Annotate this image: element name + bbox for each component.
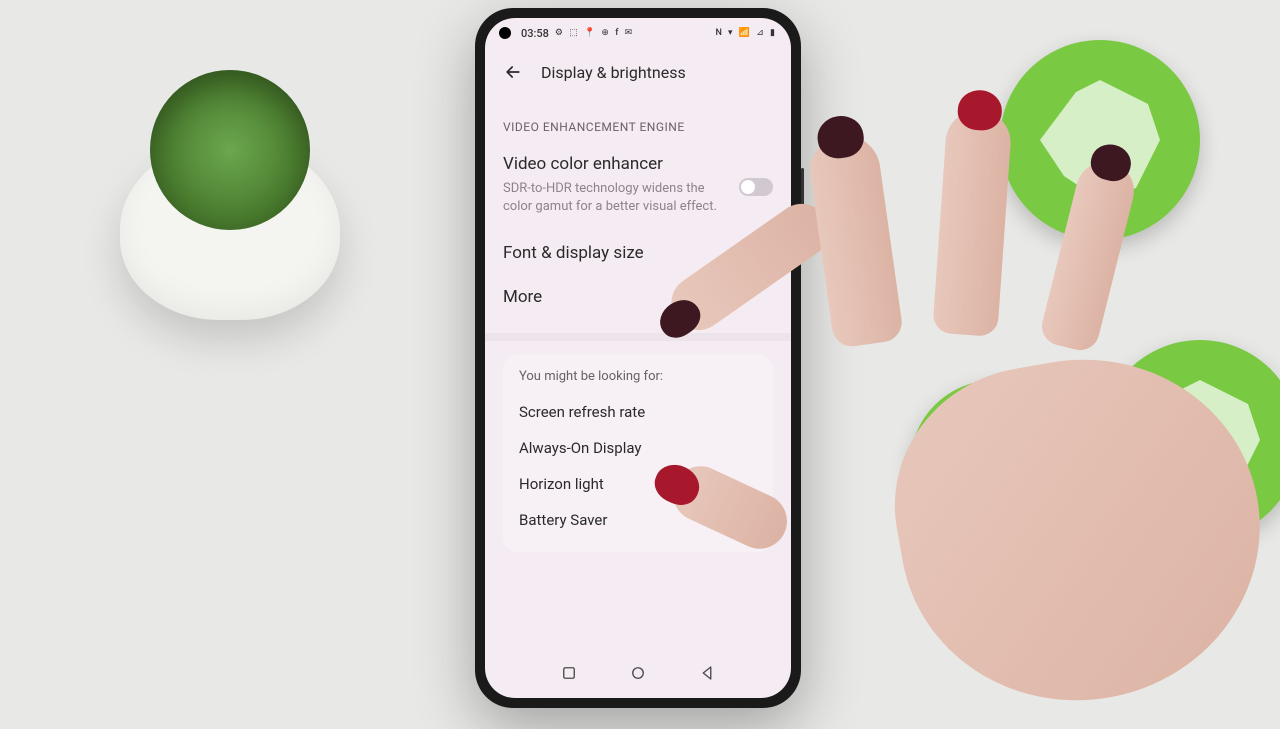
home-button[interactable]: [629, 664, 647, 682]
video-color-enhancer-toggle[interactable]: [739, 178, 773, 196]
setting-title: More: [503, 287, 773, 307]
recent-apps-button[interactable]: [560, 664, 578, 682]
suggestions-card: You might be looking for: Screen refresh…: [503, 355, 773, 552]
status-time: 03:58: [521, 27, 549, 40]
setting-description: SDR-to-HDR technology widens the color g…: [503, 180, 725, 215]
settings-content[interactable]: VIDEO ENHANCEMENT ENGINE Video color enh…: [485, 100, 791, 648]
arrow-left-icon: [503, 62, 523, 82]
video-color-enhancer-item[interactable]: Video color enhancer SDR-to-HDR technolo…: [503, 146, 773, 231]
coaster-decoration: [1100, 340, 1280, 540]
section-header: VIDEO ENHANCEMENT ENGINE: [503, 120, 773, 134]
status-left-icons: ⚙ ⬚ 📍 ⊕ f ✉: [555, 28, 634, 38]
plant-decoration: [100, 60, 360, 320]
phone-frame: 03:58 ⚙ ⬚ 📍 ⊕ f ✉ N ▾ 📶 ⊿ ▮ Display & br…: [475, 8, 801, 708]
setting-title: Font & display size: [503, 243, 773, 263]
back-nav-button[interactable]: [698, 664, 716, 682]
suggestions-header: You might be looking for:: [519, 369, 757, 384]
suggestion-screen-refresh-rate[interactable]: Screen refresh rate: [519, 394, 757, 430]
suggestion-battery-saver[interactable]: Battery Saver: [519, 502, 757, 538]
coaster-decoration: [910, 380, 1080, 550]
back-button[interactable]: [503, 62, 523, 82]
navigation-bar: [485, 648, 791, 698]
camera-cutout: [499, 27, 511, 39]
status-right-icons: N ▾ 📶 ⊿ ▮: [715, 28, 777, 38]
suggestion-horizon-light[interactable]: Horizon light: [519, 466, 757, 502]
page-header: Display & brightness: [485, 48, 791, 100]
section-divider: [485, 333, 791, 341]
suggestion-always-on-display[interactable]: Always-On Display: [519, 430, 757, 466]
phone-screen: 03:58 ⚙ ⬚ 📍 ⊕ f ✉ N ▾ 📶 ⊿ ▮ Display & br…: [485, 18, 791, 698]
coaster-decoration: [1000, 40, 1200, 240]
more-item[interactable]: More: [503, 275, 773, 319]
status-bar: 03:58 ⚙ ⬚ 📍 ⊕ f ✉ N ▾ 📶 ⊿ ▮: [485, 18, 791, 48]
font-display-size-item[interactable]: Font & display size: [503, 231, 773, 275]
setting-title: Video color enhancer: [503, 154, 725, 174]
page-title: Display & brightness: [541, 63, 686, 82]
